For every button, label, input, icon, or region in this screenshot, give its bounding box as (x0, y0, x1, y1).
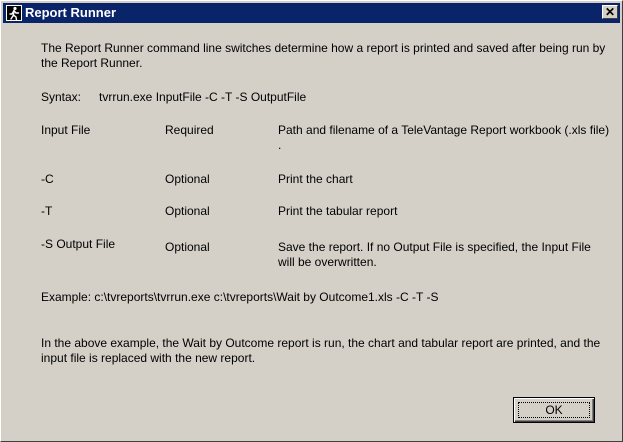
close-button[interactable]: ✕ (602, 5, 618, 19)
switch-name: -C (41, 172, 54, 186)
switch-name: -T (41, 204, 53, 218)
syntax-label: Syntax: (41, 90, 82, 104)
title-bar[interactable]: Report Runner ✕ (3, 3, 620, 23)
switch-name: -S Output File (41, 237, 116, 251)
switch-description: Path and filename of a TeleVantage Repor… (278, 123, 610, 152)
switch-status: Required (165, 123, 214, 137)
ok-button-label: OK (518, 402, 590, 418)
close-icon: ✕ (604, 5, 616, 19)
switch-description: Print the tabular report (278, 204, 398, 218)
report-runner-dialog: Report Runner ✕ The Report Runner comman… (0, 0, 623, 442)
switch-status: Optional (165, 204, 210, 218)
switch-status: Optional (165, 172, 210, 186)
switch-name: Input File (41, 123, 91, 137)
switch-description: Print the chart (278, 172, 353, 186)
example-text: Example: c:\tvreports\tvrrun.exe c:\tvre… (41, 290, 439, 304)
ok-button[interactable]: OK (513, 397, 595, 423)
window-title: Report Runner (25, 5, 116, 20)
intro-text: The Report Runner command line switches … (41, 41, 606, 70)
report-runner-icon (6, 5, 22, 21)
syntax-command: tvrrun.exe InputFile -C -T -S OutputFile (99, 90, 307, 104)
switch-status: Optional (165, 240, 210, 254)
switch-description: Save the report. If no Output File is sp… (278, 240, 591, 269)
explanation-text: In the above example, the Wait by Outcom… (41, 336, 601, 365)
